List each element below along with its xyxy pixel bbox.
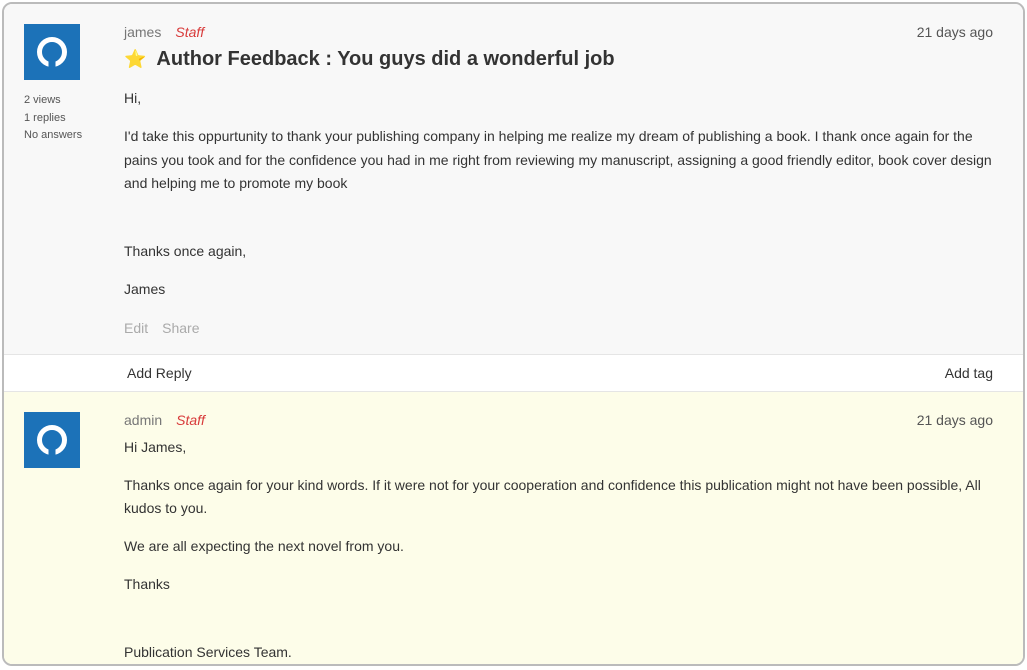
meta-row: james Staff 21 days ago: [124, 24, 993, 40]
paragraph: Thanks once again for your kind words. I…: [124, 474, 993, 522]
meta-left: james Staff: [124, 24, 204, 40]
post-title: ⭐ Author Feedback : You guys did a wonde…: [124, 48, 993, 71]
post-body: Hi, I'd take this oppurtunity to thank y…: [124, 87, 993, 302]
thanks-line: Thanks: [124, 573, 993, 597]
author-name[interactable]: admin: [124, 412, 162, 428]
title-text: Author Feedback : You guys did a wonderf…: [156, 48, 614, 71]
avatar: [24, 412, 80, 468]
role-badge: Staff: [175, 24, 204, 40]
timestamp: 21 days ago: [917, 24, 993, 40]
content-column: james Staff 21 days ago ⭐ Author Feedbac…: [114, 24, 993, 336]
thread-container: 2 views 1 replies No answers james Staff…: [2, 2, 1025, 666]
reply-post: admin Staff 21 days ago Hi James, Thanks…: [4, 392, 1023, 666]
meta-row: admin Staff 21 days ago: [124, 412, 993, 428]
share-link[interactable]: Share: [162, 320, 199, 336]
paragraph: We are all expecting the next novel from…: [124, 535, 993, 559]
role-badge: Staff: [176, 412, 205, 428]
timestamp: 21 days ago: [917, 412, 993, 428]
content-column: admin Staff 21 days ago Hi James, Thanks…: [114, 412, 993, 666]
paragraph: I'd take this oppurtunity to thank your …: [124, 125, 993, 196]
post-stats: 2 views 1 replies No answers: [24, 92, 114, 145]
author-name[interactable]: james: [124, 24, 161, 40]
meta-left: admin Staff: [124, 412, 205, 428]
avatar-column: [24, 412, 114, 666]
action-bar: Add Reply Add tag: [4, 355, 1023, 392]
add-reply-link[interactable]: Add Reply: [127, 365, 192, 381]
answers-stat: No answers: [24, 127, 114, 145]
original-post: 2 views 1 replies No answers james Staff…: [4, 4, 1023, 355]
post-actions: Edit Share: [124, 320, 993, 336]
greeting: Hi James,: [124, 436, 993, 460]
thanks-line: Thanks once again,: [124, 240, 993, 264]
views-stat: 2 views: [24, 92, 114, 110]
replies-stat: 1 replies: [24, 110, 114, 128]
add-tag-link[interactable]: Add tag: [945, 365, 993, 381]
avatar-icon: [37, 425, 67, 455]
post-body: Hi James, Thanks once again for your kin…: [124, 436, 993, 665]
signoff: Publication Services Team.: [124, 641, 993, 665]
edit-link[interactable]: Edit: [124, 320, 148, 336]
greeting: Hi,: [124, 87, 993, 111]
avatar-icon: [37, 37, 67, 67]
avatar: [24, 24, 80, 80]
star-icon: ⭐: [124, 49, 146, 70]
avatar-column: 2 views 1 replies No answers: [24, 24, 114, 336]
signoff: James: [124, 278, 993, 302]
